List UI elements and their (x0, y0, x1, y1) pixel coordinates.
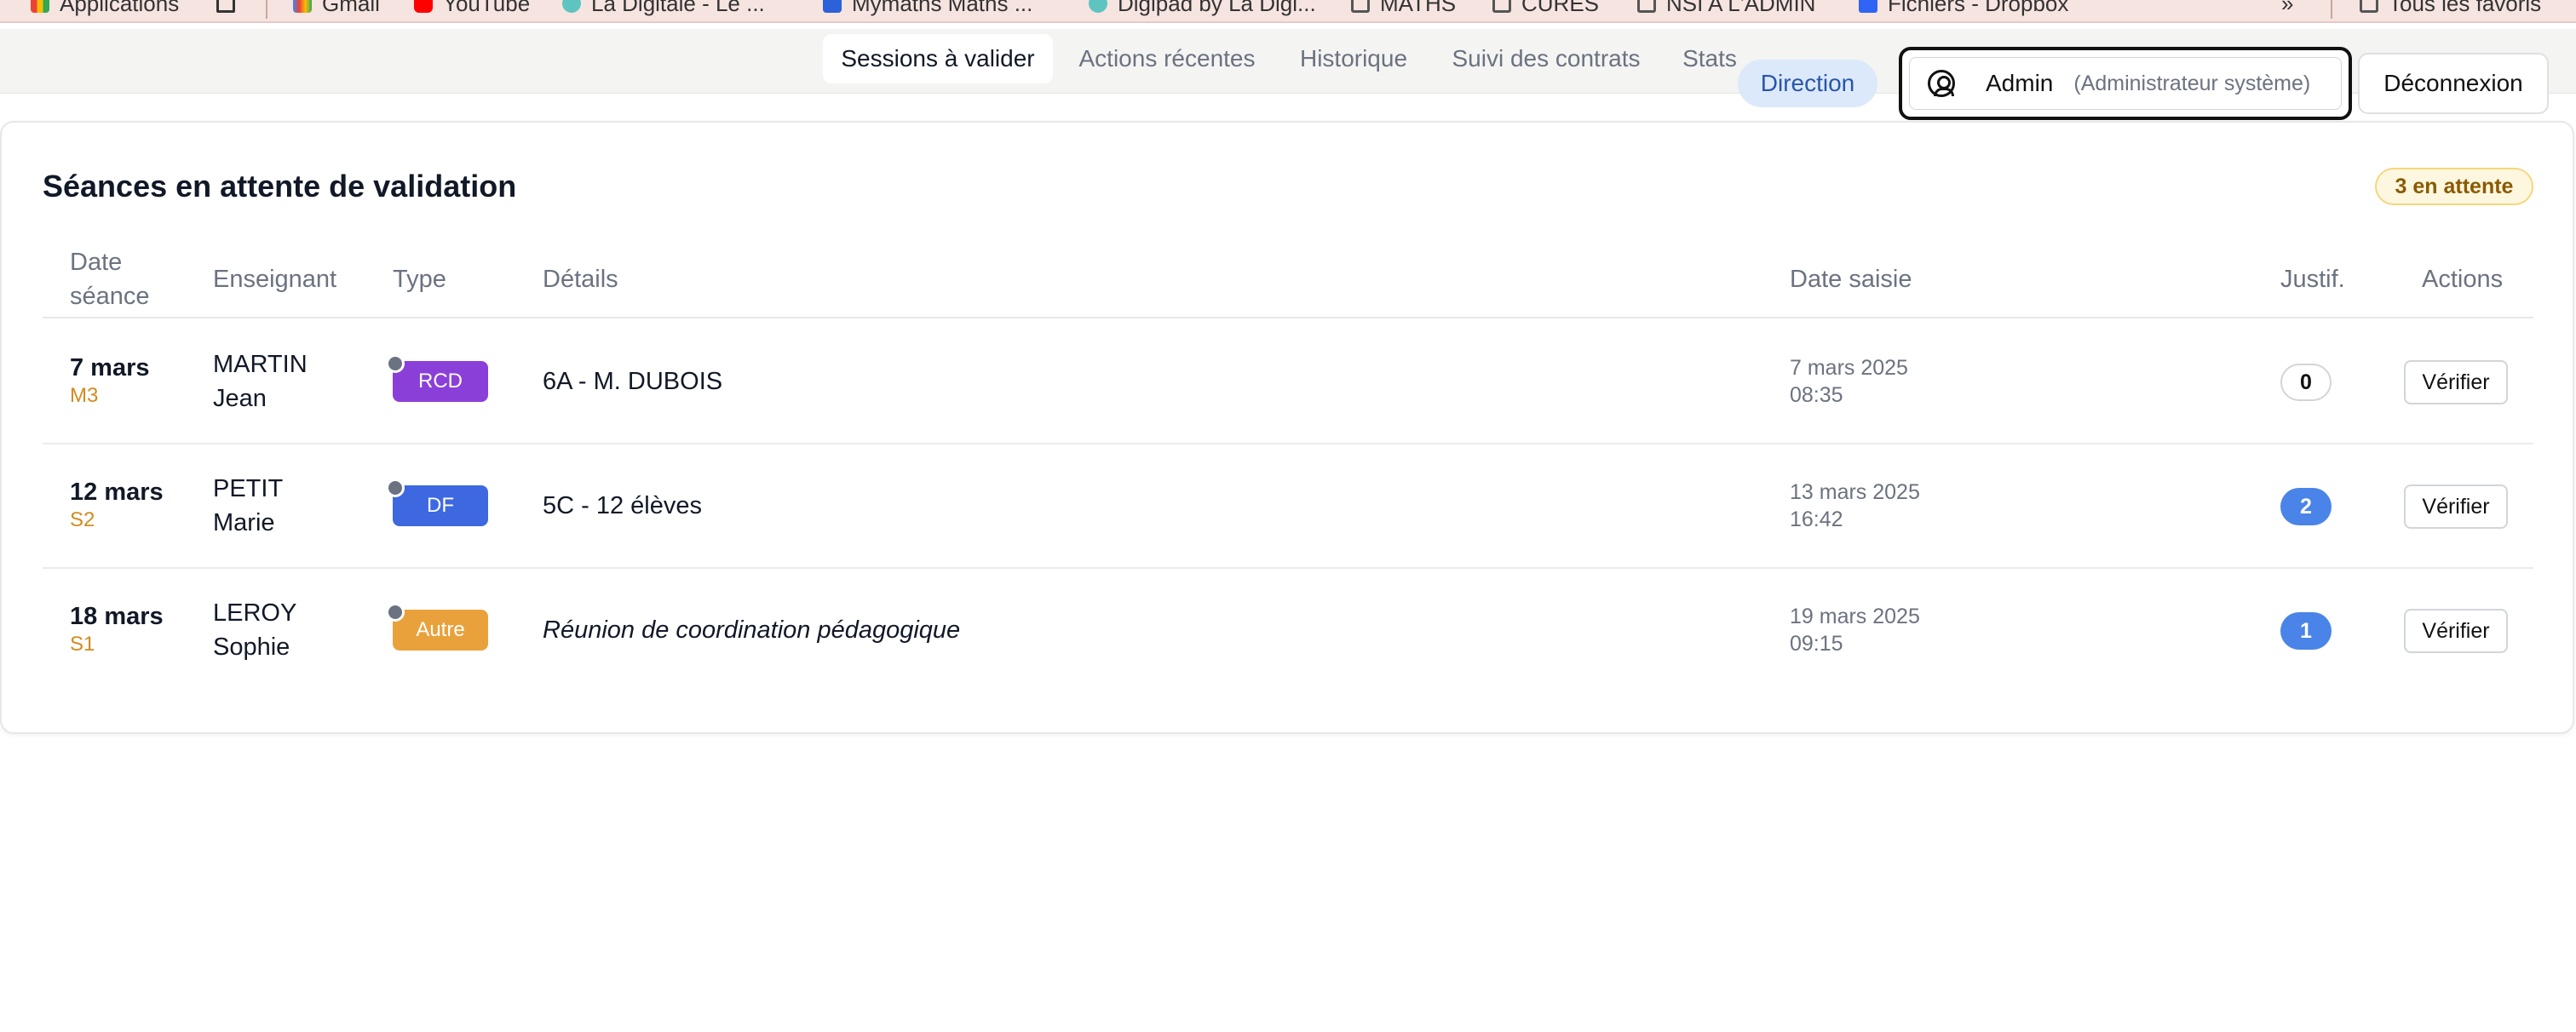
tab-suivi-des-contrats[interactable]: Suivi des contrats (1436, 34, 1656, 83)
bookmark-mymaths[interactable]: Mymaths Maths ... (823, 0, 1032, 19)
folder-icon (1492, 0, 1511, 13)
bookmark-tab-groups[interactable] (216, 0, 235, 19)
session-date-cell: 12 mars S2 (70, 479, 164, 531)
entry-date-cell: 7 mars 2025 08:35 (1790, 356, 1908, 407)
bookmark-youtube[interactable]: YouTube (414, 0, 530, 19)
header-date-seance: Date séance (70, 249, 150, 310)
bookmark-la-digitale[interactable]: La Digitale - Le ... (562, 0, 765, 19)
teacher-cell: LEROY Sophie (213, 599, 297, 661)
teacher-cell: MARTIN Jean (213, 351, 308, 412)
bookmarks-separator (2331, 0, 2332, 19)
bookmark-digipad[interactable]: Digipad by La Digi... (1089, 0, 1316, 19)
bookmarks-separator (266, 0, 267, 19)
pending-count-badge: 3 en attente (2375, 168, 2533, 205)
gmail-icon (293, 0, 312, 13)
bookmark-dropbox[interactable]: Fichiers - Dropbox (1859, 0, 2068, 19)
pending-sessions-card (0, 121, 2574, 734)
bookmarks-overflow-button[interactable]: » (2281, 0, 2293, 19)
bookmark-folder-cures[interactable]: CURES (1492, 0, 1599, 19)
verify-button[interactable]: Vérifier (2404, 484, 2508, 529)
entry-date-cell: 19 mars 2025 09:15 (1790, 605, 1920, 656)
session-date-cell: 7 mars M3 (70, 354, 150, 407)
header-actions: Actions (2422, 266, 2504, 293)
folder-icon (1351, 0, 1370, 13)
status-dot (386, 479, 405, 497)
tab-groups-icon (216, 0, 235, 13)
entry-date-cell: 13 mars 2025 16:42 (1790, 480, 1920, 531)
user-menu[interactable]: Admin (Administrateur système) (1899, 47, 2352, 120)
bookmarks-bar: Applications Gmail YouTube La Digitale -… (0, 0, 2576, 23)
tab-historique[interactable]: Historique (1285, 34, 1423, 83)
header-justif: Justif. (2280, 266, 2345, 293)
session-type-badge: RCD (386, 354, 488, 402)
bookmark-gmail[interactable]: Gmail (293, 0, 380, 19)
session-type-badge: DF (386, 479, 488, 526)
justif-count-badge: 0 (2280, 364, 2332, 401)
details-cell: 5C - 12 élèves (543, 492, 702, 519)
justif-count-badge: 1 (2280, 612, 2332, 650)
bookmark-all-favorites[interactable]: Tous les favoris (2360, 0, 2541, 19)
header-type: Type (393, 266, 446, 293)
youtube-icon (414, 0, 433, 13)
dropbox-icon (1859, 0, 1877, 13)
bookmark-applications[interactable]: Applications (31, 0, 179, 19)
apps-grid-icon (31, 0, 49, 13)
verify-button[interactable]: Vérifier (2404, 609, 2508, 653)
tab-stats[interactable]: Stats (1670, 34, 1750, 83)
tab-actions-recentes[interactable]: Actions récentes (1063, 34, 1271, 83)
folder-icon (1637, 0, 1656, 13)
row-divider (43, 567, 2533, 569)
tab-sessions-a-valider[interactable]: Sessions à valider (823, 34, 1053, 83)
bookmark-folder-nsi[interactable]: NSI A L'ADMIN (1637, 0, 1815, 19)
role-badge: Direction (1738, 60, 1877, 107)
session-type-badge: Autre (386, 603, 488, 651)
user-name: Admin (1986, 70, 2054, 96)
folder-icon (2360, 0, 2378, 13)
header-details: Détails (543, 266, 618, 293)
justif-count-badge: 2 (2280, 488, 2332, 525)
la-digitale-icon (562, 0, 581, 13)
bookmark-folder-maths[interactable]: MATHS (1351, 0, 1456, 19)
header-date-saisie: Date saisie (1790, 266, 1912, 293)
status-dot (386, 354, 405, 373)
table-header-divider (43, 317, 2533, 318)
session-date-cell: 18 mars S1 (70, 603, 164, 656)
verify-button[interactable]: Vérifier (2404, 360, 2508, 404)
row-divider (43, 443, 2533, 444)
teacher-cell: PETIT Marie (213, 475, 284, 536)
details-cell: Réunion de coordination pédagogique (543, 616, 961, 644)
mymaths-icon (823, 0, 842, 13)
header-enseignant: Enseignant (213, 266, 337, 293)
user-role: (Administrateur système) (2073, 71, 2311, 95)
digipad-icon (1089, 0, 1107, 13)
user-circle-icon (1928, 70, 1955, 97)
card-title: Séances en attente de validation (43, 169, 517, 204)
details-cell: 6A - M. DUBOIS (543, 368, 723, 395)
logout-button[interactable]: Déconnexion (2358, 53, 2549, 114)
status-dot (386, 603, 405, 622)
